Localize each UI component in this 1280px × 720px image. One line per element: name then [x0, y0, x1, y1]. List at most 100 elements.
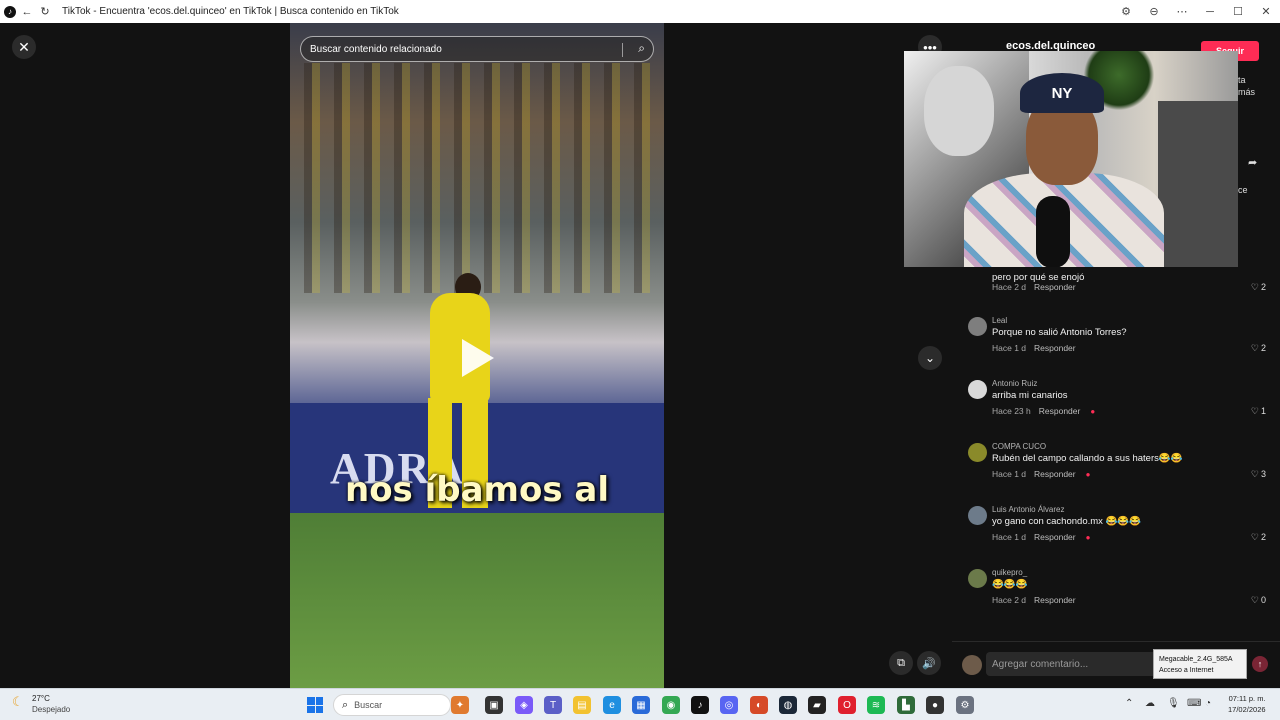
comment-placeholder: Agregar comentario... [992, 658, 1089, 670]
minimize-button[interactable]: ─ [1196, 6, 1224, 18]
comment-text: 😂😂😂 [992, 579, 1028, 590]
heart-icon: ♡ [1250, 469, 1259, 479]
couch [1158, 101, 1238, 267]
close-window-button[interactable]: ✕ [1252, 5, 1280, 18]
like-count: 2 [1260, 532, 1266, 542]
close-viewer-button[interactable]: ✕ [12, 35, 36, 59]
like-button[interactable]: ♡ 2 [1251, 343, 1266, 354]
heart-icon: ♡ [1250, 532, 1259, 542]
network-name: Megacable_2.4G_585A [1159, 656, 1233, 663]
like-count: 3 [1260, 469, 1266, 479]
search-icon: ⌕ [342, 698, 349, 711]
reply-button[interactable]: Responder [1034, 469, 1076, 479]
discord-icon[interactable]: ◎ [720, 696, 738, 714]
tiktok-icon[interactable]: ♪ [691, 696, 709, 714]
maximize-button[interactable]: ☐ [1224, 5, 1252, 18]
more-options-icon[interactable]: ⋯ [1168, 5, 1196, 18]
opera-icon[interactable]: O [838, 696, 856, 714]
edge-icon[interactable]: e [603, 696, 621, 714]
heart-icon: ♡ [1250, 406, 1259, 416]
partial-link-text: ce [1238, 185, 1248, 195]
partial-description-line: ta [1238, 75, 1246, 85]
next-video-button[interactable]: ⌄ [918, 346, 942, 370]
crowd-background [290, 63, 664, 293]
comment-meta: Hace 1 d Responder [992, 343, 1076, 353]
microphone-icon[interactable]: 🎙 [1167, 698, 1180, 709]
avatar[interactable] [968, 506, 987, 525]
settings-icon[interactable]: ⚙ [956, 696, 974, 714]
search-highlight-icon[interactable]: ✦ [451, 696, 469, 714]
reply-button[interactable]: Responder [1034, 343, 1076, 353]
share-icon[interactable]: ➦ [1248, 156, 1257, 169]
comment-author[interactable]: COMPA CUCO [992, 442, 1046, 451]
taskbar-clock[interactable]: 07:11 p. m. 17/02/2026 [1228, 693, 1266, 715]
network-status: Acceso a Internet [1159, 667, 1214, 674]
avatar[interactable] [968, 443, 987, 462]
like-count: 2 [1260, 343, 1266, 353]
cloud-icon[interactable]: ☁ [1145, 698, 1155, 709]
like-button[interactable]: ♡ 2 [1251, 282, 1266, 293]
avatar[interactable] [968, 317, 987, 336]
comment-meta: Hace 23 h Responder ● [992, 406, 1095, 416]
zoom-icon[interactable]: ⊖ [1140, 5, 1168, 18]
comment-author[interactable]: Leal [992, 316, 1007, 325]
search-icon[interactable]: ⌕ [638, 41, 645, 56]
wifi-tooltip: Megacable_2.4G_585A Acceso a Internet [1153, 649, 1247, 679]
app-icon[interactable]: ◐ [750, 696, 768, 714]
file-explorer-icon[interactable]: ▤ [573, 696, 591, 714]
comment-item: Antonio Ruiz arriba mi canarios Hace 23 … [968, 379, 1268, 436]
arrow-up-icon: ↑ [1257, 659, 1263, 669]
creator-liked-icon: ● [1085, 533, 1091, 542]
heart-icon: ♡ [1250, 595, 1259, 605]
send-comment-button[interactable]: ↑ [1252, 656, 1268, 672]
related-search-input[interactable]: Buscar contenido relacionado ⌕ [300, 36, 654, 62]
clock-date: 17/02/2026 [1228, 705, 1266, 714]
network-icon[interactable]: ⌨ [1187, 698, 1201, 709]
comment-author[interactable]: Luis Antonio Álvarez [992, 505, 1065, 514]
translate-icon[interactable]: ⚙ [1112, 5, 1140, 18]
comment-meta: Hace 2 d Responder [992, 282, 1076, 292]
obs-icon[interactable]: ● [926, 696, 944, 714]
creator-liked-icon: ● [1090, 407, 1096, 416]
comment-item: quikepro_ 😂😂😂 Hace 2 d Responder ♡ 0 [968, 568, 1268, 625]
comment-text: Porque no salió Antonio Torres? [992, 327, 1127, 338]
like-button[interactable]: ♡ 2 [1251, 532, 1266, 543]
like-button[interactable]: ♡ 1 [1251, 406, 1266, 417]
spotify-icon[interactable]: ≋ [867, 696, 885, 714]
chrome-icon[interactable]: ◉ [662, 696, 680, 714]
volume-button[interactable]: 🔊 [917, 651, 941, 675]
back-arrow-icon[interactable]: ← [20, 5, 34, 19]
browser-title-bar: ♪ ← ↻ TikTok - Encuentra 'ecos.del.quinc… [0, 0, 1280, 23]
play-icon[interactable] [462, 339, 494, 377]
weather-temperature: 27°C [32, 694, 50, 703]
comment-author[interactable]: Antonio Ruiz [992, 379, 1037, 388]
avatar[interactable] [968, 569, 987, 588]
weather-widget[interactable]: ☾ 27°C Despejado [12, 693, 70, 715]
app-icon-2[interactable]: ▙ [897, 696, 915, 714]
reply-button[interactable]: Responder [1034, 595, 1076, 605]
teams-icon[interactable]: T [544, 696, 562, 714]
like-button[interactable]: ♡ 0 [1251, 595, 1266, 606]
like-button[interactable]: ♡ 3 [1251, 469, 1266, 480]
comment-text: yo gano con cachondo.mx 😂😂😂 [992, 516, 1142, 527]
windows-start-icon[interactable] [307, 697, 323, 713]
reply-button[interactable]: Responder [1034, 532, 1076, 542]
reload-icon[interactable]: ↻ [38, 5, 52, 19]
wifi-icon[interactable]: ◔ [1205, 698, 1211, 709]
floating-player-button[interactable]: ⧉ [889, 651, 913, 675]
video-player[interactable]: ADRAS Buscar contenido relacionado ⌕ nos… [290, 23, 664, 688]
copilot-icon[interactable]: ◈ [515, 696, 533, 714]
comment-author[interactable]: quikepro_ [992, 568, 1027, 577]
reply-button[interactable]: Responder [1034, 282, 1076, 292]
webcam-overlay: NY [904, 51, 1238, 267]
my-avatar [962, 655, 982, 675]
avatar[interactable] [968, 380, 987, 399]
steam-icon[interactable]: ◍ [779, 696, 797, 714]
task-view-icon[interactable]: ▣ [485, 696, 503, 714]
reply-button[interactable]: Responder [1039, 406, 1081, 416]
chevron-up-icon[interactable]: ⌃ [1125, 698, 1133, 709]
taskbar-search[interactable]: ⌕ Buscar [333, 694, 451, 716]
capcut-icon[interactable]: ▰ [808, 696, 826, 714]
comment-time: Hace 23 h [992, 406, 1031, 416]
store-icon[interactable]: ▦ [632, 696, 650, 714]
